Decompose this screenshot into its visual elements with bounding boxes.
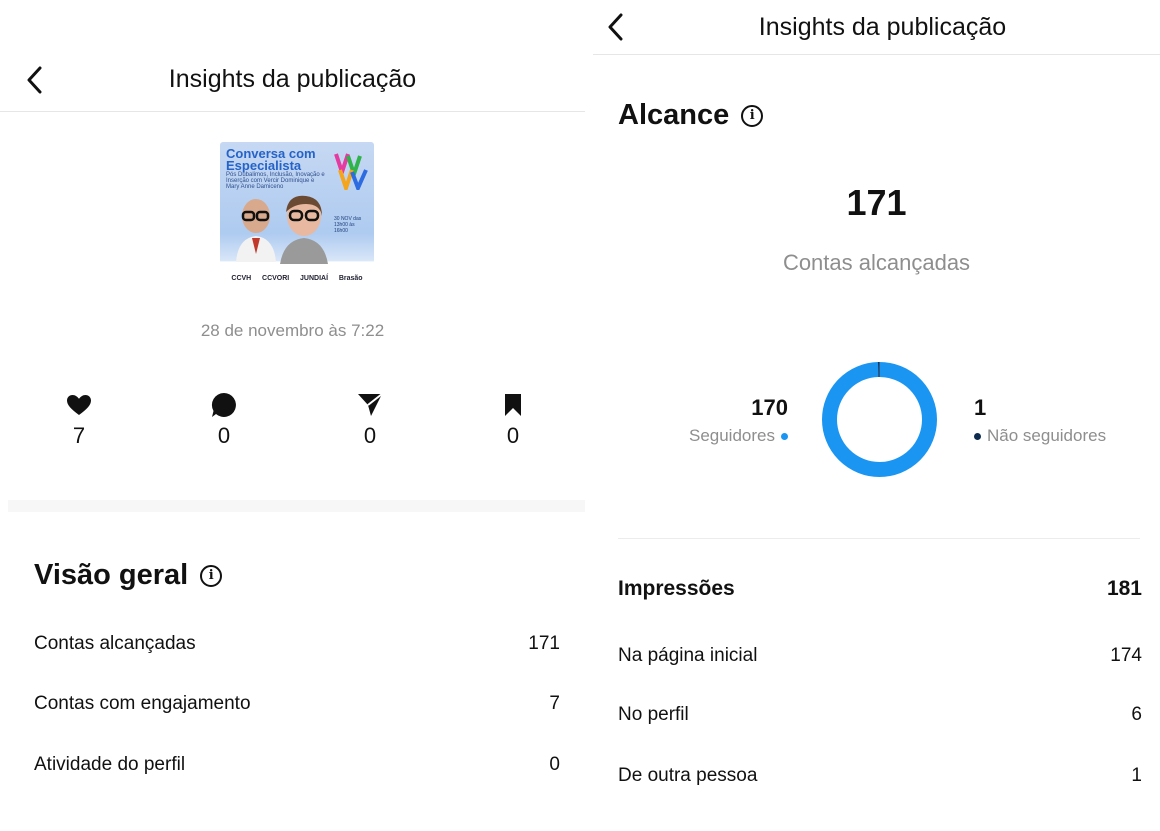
row-label: Na página inicial [618, 645, 758, 666]
left-panel: Insights da publicação Conversa com Espe… [0, 0, 585, 831]
chevron-left-icon [27, 66, 42, 93]
likes-stat[interactable]: 7 [49, 391, 109, 449]
reach-total: 171 [846, 182, 907, 223]
reach-title-text: Alcance [618, 99, 730, 131]
shares-count: 0 [363, 423, 377, 448]
overview-title-text: Visão geral [34, 559, 189, 591]
thumbnail-date: 30 NOV das 13h00 às 16h00 [334, 216, 362, 234]
non-followers-value: 1 [974, 395, 987, 420]
saves-stat[interactable]: 0 [483, 391, 543, 449]
followers-legend: Seguidores [689, 426, 788, 446]
partner-logos: CCVH CCVORI JUNDIAÍ Brasão [220, 264, 374, 292]
engagement-stats: 7 0 0 0 [0, 391, 585, 461]
overview-row[interactable]: Contas com engajamento 7 [34, 693, 560, 715]
comment-icon [211, 392, 236, 417]
share-icon [358, 393, 383, 416]
followers-label: Seguidores [688, 426, 775, 445]
row-label: Contas alcançadas [34, 633, 196, 654]
shares-stat[interactable]: 0 [340, 391, 400, 449]
impressions-row[interactable]: No perfil 6 [618, 704, 1142, 726]
row-label: De outra pessoa [618, 765, 758, 786]
followers-dot-icon [781, 432, 788, 440]
comments-stat[interactable]: 0 [194, 391, 254, 449]
non-followers-label: Não seguidores [987, 426, 1107, 445]
info-icon[interactable]: i [200, 564, 223, 587]
followers-arc [822, 362, 937, 477]
event-logo-icon [334, 153, 368, 190]
row-label: Atividade do perfil [34, 754, 186, 775]
comments-count: 0 [217, 423, 231, 448]
reach-donut-chart [822, 362, 937, 477]
followers-value: 170 [751, 395, 788, 420]
logo-jundiai: JUNDIAÍ [300, 274, 329, 282]
row-label: Contas com engajamento [34, 693, 251, 714]
thumbnail-subtitle: Pós Dubalimos, Inclusão, Inovação e Inse… [226, 172, 325, 190]
row-value: 6 [1131, 704, 1142, 725]
post-date: 28 de novembro às 7:22 [200, 321, 385, 340]
right-panel: Insights da publicação Alcance i 171 Con… [593, 0, 1160, 831]
post-thumbnail[interactable]: Conversa com Especialista Pós Dubalimos,… [220, 142, 374, 294]
saves-count: 0 [506, 423, 520, 448]
row-value: 0 [549, 754, 560, 775]
impressions-row[interactable]: De outra pessoa 1 [618, 765, 1142, 787]
impressions-title: Impressões [618, 577, 735, 600]
bookmark-icon [505, 394, 521, 416]
back-button[interactable] [22, 63, 46, 97]
reach-total-label: Contas alcançadas [782, 250, 971, 275]
overview-row[interactable]: Atividade do perfil 0 [34, 754, 560, 776]
row-label: No perfil [618, 704, 689, 725]
overview-title: Visão geral i [34, 559, 223, 592]
logo-brasao: Brasão [338, 274, 363, 282]
impressions-header: Impressões 181 [618, 577, 1142, 601]
divider [618, 538, 1140, 539]
info-icon[interactable]: i [741, 104, 764, 127]
row-value: 7 [549, 693, 560, 714]
page-title: Insights da publicação [758, 12, 1007, 41]
speaker-photo-2 [280, 195, 328, 264]
logo-ccvori: CCVORI [262, 274, 290, 282]
speaker-photo-1 [236, 199, 276, 262]
non-followers-legend: Não seguidores [974, 426, 1106, 446]
header: Insights da publicação [593, 0, 1160, 55]
likes-count: 7 [72, 423, 86, 448]
section-separator [8, 500, 585, 512]
header: Insights da publicação [0, 48, 585, 112]
overview-row[interactable]: Contas alcançadas 171 [34, 633, 560, 655]
back-button[interactable] [603, 10, 627, 44]
row-value: 171 [528, 633, 560, 654]
non-followers-dot-icon [974, 432, 981, 440]
row-value: 174 [1110, 645, 1142, 666]
logo-ccvh: CCVH [231, 274, 252, 282]
row-value: 1 [1131, 765, 1142, 786]
heart-icon [67, 395, 91, 415]
reach-title: Alcance i [618, 99, 764, 132]
impressions-total: 181 [1106, 577, 1142, 600]
chevron-left-icon [608, 13, 623, 41]
impressions-row[interactable]: Na página inicial 174 [618, 645, 1142, 667]
page-title: Insights da publicação [168, 65, 417, 93]
